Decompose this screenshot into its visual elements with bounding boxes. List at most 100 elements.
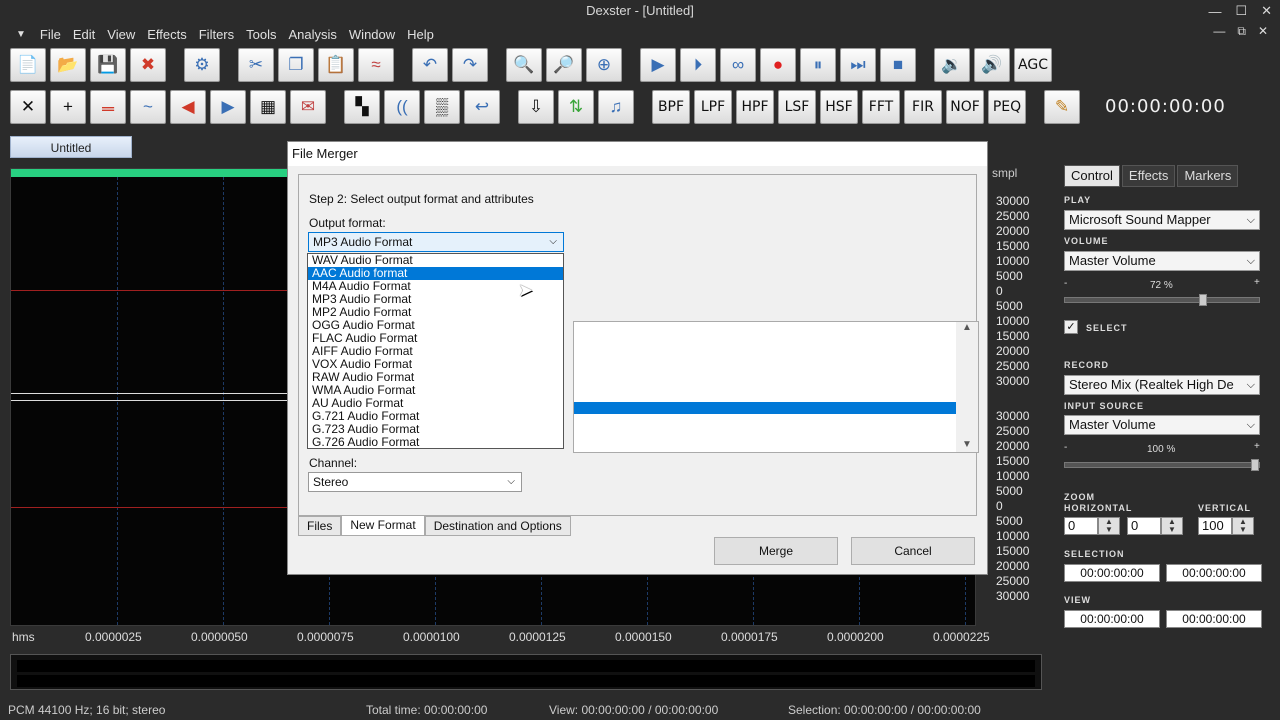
menu-analysis[interactable]: Analysis [288,27,336,42]
fade-out-icon[interactable]: ▶ [210,90,246,124]
lpf-button[interactable]: LPF [694,90,732,124]
zoom-horizontal2-input[interactable]: 0 [1127,517,1161,535]
menu-edit[interactable]: Edit [73,27,95,42]
input-slider[interactable] [1064,459,1260,471]
new-file-icon[interactable]: 📄 [10,48,46,82]
reverse-icon[interactable]: ↩ [464,90,500,124]
cancel-button[interactable]: Cancel [851,537,975,565]
zoom-vertical-spinner[interactable]: ▲ ▼ [1232,517,1254,535]
output-format-select[interactable]: MP3 Audio Format ⌵ [308,232,564,252]
input-slider-thumb[interactable] [1251,459,1259,471]
volume-device-select[interactable]: Master Volume ⌵ [1064,251,1260,271]
volume-slider-thumb[interactable] [1199,294,1207,306]
document-tab[interactable]: Untitled [10,136,132,158]
list-scrollbar[interactable]: ▲ ▼ [956,322,978,452]
play-device-select[interactable]: Microsoft Sound Mapper ⌵ [1064,210,1260,230]
view-end-field[interactable]: 00:00:00:00 [1166,610,1262,628]
system-menu-icon[interactable]: ▼ [16,29,26,40]
tab-destination-options[interactable]: Destination and Options [424,516,571,536]
zoom-horizontal2-spinner[interactable]: ▲ ▼ [1161,517,1183,535]
tab-effects[interactable]: Effects [1121,165,1176,187]
mdi-close-button[interactable]: ✕ [1258,24,1268,39]
open-file-icon[interactable]: 📂 [50,48,86,82]
settings-icon[interactable]: ⚙ [184,48,220,82]
record-device-select[interactable]: Stereo Mix (Realtek High De ⌵ [1064,375,1260,395]
merge-button[interactable]: Merge [714,537,838,565]
select-checkbox[interactable]: ✓ [1064,320,1078,334]
edit-icon[interactable]: ✎ [1044,90,1080,124]
paste-icon[interactable]: 📋 [318,48,354,82]
normalize-icon[interactable]: ~ [130,90,166,124]
distortion-icon[interactable]: ▒ [424,90,460,124]
selection-end-field[interactable]: 00:00:00:00 [1166,564,1262,582]
peq-button[interactable]: PEQ [988,90,1026,124]
attributes-list[interactable]: ▲ ▼ [573,321,979,453]
scroll-down-icon[interactable]: ▼ [956,439,978,450]
insert-silence-icon[interactable]: + [50,90,86,124]
save-icon[interactable]: 💾 [90,48,126,82]
hpf-button[interactable]: HPF [736,90,774,124]
menu-view[interactable]: View [107,27,135,42]
menu-filters[interactable]: Filters [199,27,234,42]
selection-start-field[interactable]: 00:00:00:00 [1064,564,1160,582]
copy-icon[interactable]: ❐ [278,48,314,82]
redo-icon[interactable]: ↷ [452,48,488,82]
music-note-icon[interactable]: ♫ [598,90,634,124]
echo-icon[interactable]: (( [384,90,420,124]
menu-window[interactable]: Window [349,27,395,42]
mix-paste-icon[interactable]: ≈ [358,48,394,82]
fade-in-icon[interactable]: ◀ [170,90,206,124]
input-source-select[interactable]: Master Volume ⌵ [1064,415,1260,435]
forward-icon[interactable]: ⏭ [840,48,876,82]
volume-slider[interactable] [1064,294,1260,306]
zoom-in-icon[interactable]: 🔍 [506,48,542,82]
amplify-icon[interactable]: 𝍡 [90,90,126,124]
play-from-cursor-icon[interactable]: ⏵ [680,48,716,82]
tab-new-format[interactable]: New Format [341,516,425,536]
scroll-up-icon[interactable]: ▲ [956,322,978,333]
nof-button[interactable]: NOF [946,90,984,124]
mdi-minimize-button[interactable]: — [1213,24,1225,39]
close-file-icon[interactable]: ✖ [130,48,166,82]
bpf-button[interactable]: BPF [652,90,690,124]
undo-icon[interactable]: ↶ [412,48,448,82]
speaker-left-icon[interactable]: 🔉 [934,48,970,82]
menu-effects[interactable]: Effects [147,27,187,42]
fft-button[interactable]: FFT [862,90,900,124]
loop-icon[interactable]: ∞ [720,48,756,82]
tab-control[interactable]: Control [1064,165,1120,187]
overview-bar[interactable] [10,654,1042,690]
trim-icon[interactable]: ✕ [10,90,46,124]
menu-file[interactable]: File [40,27,61,42]
menu-help[interactable]: Help [407,27,434,42]
stop-icon[interactable]: ■ [880,48,916,82]
agc-button[interactable]: AGC [1014,48,1052,82]
mdi-restore-button[interactable]: ⧉ [1237,24,1246,39]
zoom-vertical-input[interactable]: 100 [1198,517,1232,535]
zoom-out-icon[interactable]: 🔎 [546,48,582,82]
zoom-full-icon[interactable]: ⊕ [586,48,622,82]
menu-tools[interactable]: Tools [246,27,276,42]
view-start-field[interactable]: 00:00:00:00 [1064,610,1160,628]
play-icon[interactable]: ▶ [640,48,676,82]
minimize-button[interactable]: — [1208,4,1221,19]
fir-button[interactable]: FIR [904,90,942,124]
hsf-button[interactable]: HSF [820,90,858,124]
zoom-horizontal-spinner[interactable]: ▲ ▼ [1098,517,1120,535]
noise-icon[interactable]: ▚ [344,90,380,124]
speaker-right-icon[interactable]: 🔊 [974,48,1010,82]
tab-markers[interactable]: Markers [1177,165,1239,187]
pause-icon[interactable]: ⏸ [800,48,836,82]
close-button[interactable]: ✕ [1261,3,1272,19]
tab-files[interactable]: Files [298,516,342,536]
spectrum-icon[interactable]: ▦ [250,90,286,124]
channel-select[interactable]: Stereo ⌵ [308,472,522,492]
pitch-icon[interactable]: ⇅ [558,90,594,124]
maximize-button[interactable]: ☐ [1235,3,1247,19]
cut-icon[interactable]: ✂ [238,48,274,82]
compressor-icon[interactable]: ⇩ [518,90,554,124]
record-icon[interactable]: ● [760,48,796,82]
list-item[interactable]: G.726 Audio Format [308,436,563,449]
lsf-button[interactable]: LSF [778,90,816,124]
selected-row[interactable] [574,402,956,414]
